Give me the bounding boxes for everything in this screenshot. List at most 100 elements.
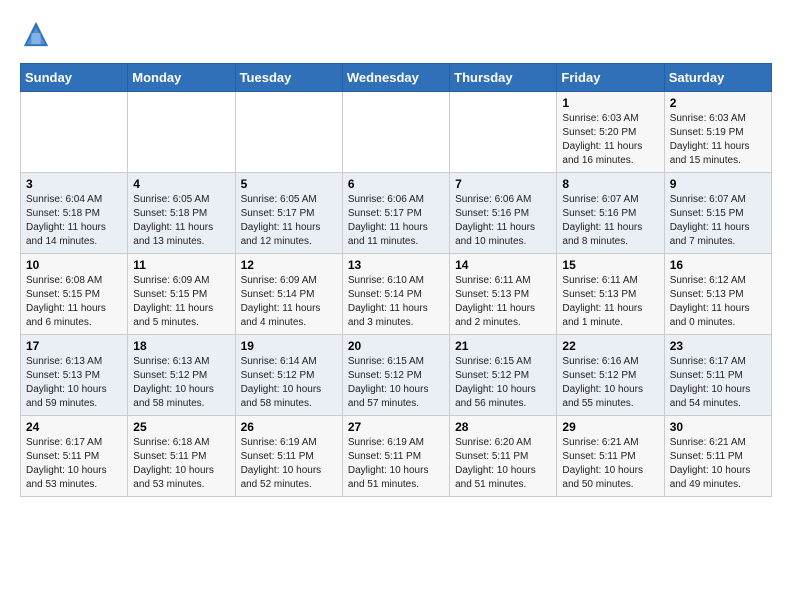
day-number: 10 (26, 258, 122, 272)
day-info: Sunrise: 6:17 AM Sunset: 5:11 PM Dayligh… (670, 355, 766, 411)
day-info: Sunrise: 6:15 AM Sunset: 5:12 PM Dayligh… (455, 355, 551, 411)
day-info: Sunrise: 6:18 AM Sunset: 5:11 PM Dayligh… (133, 436, 229, 492)
page-header (20, 20, 772, 53)
day-info: Sunrise: 6:19 AM Sunset: 5:11 PM Dayligh… (348, 436, 444, 492)
day-number: 13 (348, 258, 444, 272)
calendar-cell: 28 Sunrise: 6:20 AM Sunset: 5:11 PM Dayli… (450, 416, 557, 497)
col-header-saturday: Saturday (664, 64, 771, 92)
calendar-cell: 14Sunrise: 6:11 AM Sunset: 5:13 PM Dayli… (450, 254, 557, 335)
col-header-tuesday: Tuesday (235, 64, 342, 92)
day-info: Sunrise: 6:07 AM Sunset: 5:15 PM Dayligh… (670, 193, 766, 249)
day-number: 4 (133, 177, 229, 191)
day-number: 22 (562, 339, 658, 353)
day-number: 7 (455, 177, 551, 191)
day-info: Sunrise: 6:09 AM Sunset: 5:14 PM Dayligh… (241, 274, 337, 330)
calendar-cell: 11 Sunrise: 6:09 AM Sunset: 5:15 PM Dayli… (128, 254, 235, 335)
day-info: Sunrise: 6:08 AM Sunset: 5:15 PM Dayligh… (26, 274, 122, 330)
day-number: 26 (241, 420, 337, 434)
calendar-cell: 27 Sunrise: 6:19 AM Sunset: 5:11 PM Dayli… (342, 416, 449, 497)
day-info: Sunrise: 6:14 AM Sunset: 5:12 PM Dayligh… (241, 355, 337, 411)
calendar-cell: 4 Sunrise: 6:05 AM Sunset: 5:18 PM Daylig… (128, 173, 235, 254)
day-number: 11 (133, 258, 229, 272)
calendar-cell: 2 Sunrise: 6:03 AM Sunset: 5:19 PM Daylig… (664, 92, 771, 173)
calendar-cell: 29 Sunrise: 6:21 AM Sunset: 5:11 PM Dayli… (557, 416, 664, 497)
day-info: Sunrise: 6:15 AM Sunset: 5:12 PM Dayligh… (348, 355, 444, 411)
calendar-cell: 3 Sunrise: 6:04 AM Sunset: 5:18 PM Daylig… (21, 173, 128, 254)
calendar-cell (450, 92, 557, 173)
logo-icon (22, 20, 50, 48)
day-number: 18 (133, 339, 229, 353)
day-number: 19 (241, 339, 337, 353)
day-info: Sunrise: 6:09 AM Sunset: 5:15 PM Dayligh… (133, 274, 229, 330)
calendar-cell: 7Sunrise: 6:06 AM Sunset: 5:16 PM Daylig… (450, 173, 557, 254)
calendar-cell: 23 Sunrise: 6:17 AM Sunset: 5:11 PM Dayli… (664, 335, 771, 416)
calendar-cell: 8 Sunrise: 6:07 AM Sunset: 5:16 PM Daylig… (557, 173, 664, 254)
day-info: Sunrise: 6:05 AM Sunset: 5:17 PM Dayligh… (241, 193, 337, 249)
day-number: 8 (562, 177, 658, 191)
calendar-cell: 1Sunrise: 6:03 AM Sunset: 5:20 PM Daylig… (557, 92, 664, 173)
calendar-cell (21, 92, 128, 173)
calendar-cell: 26 Sunrise: 6:19 AM Sunset: 5:11 PM Dayli… (235, 416, 342, 497)
day-info: Sunrise: 6:21 AM Sunset: 5:11 PM Dayligh… (670, 436, 766, 492)
day-info: Sunrise: 6:17 AM Sunset: 5:11 PM Dayligh… (26, 436, 122, 492)
day-info: Sunrise: 6:21 AM Sunset: 5:11 PM Dayligh… (562, 436, 658, 492)
day-info: Sunrise: 6:13 AM Sunset: 5:12 PM Dayligh… (133, 355, 229, 411)
calendar-cell: 21 Sunrise: 6:15 AM Sunset: 5:12 PM Dayli… (450, 335, 557, 416)
day-number: 29 (562, 420, 658, 434)
day-number: 15 (562, 258, 658, 272)
day-number: 25 (133, 420, 229, 434)
day-number: 3 (26, 177, 122, 191)
day-info: Sunrise: 6:03 AM Sunset: 5:20 PM Dayligh… (562, 112, 658, 168)
calendar-cell: 5 Sunrise: 6:05 AM Sunset: 5:17 PM Daylig… (235, 173, 342, 254)
calendar-cell: 16Sunrise: 6:12 AM Sunset: 5:13 PM Dayli… (664, 254, 771, 335)
col-header-wednesday: Wednesday (342, 64, 449, 92)
day-info: Sunrise: 6:20 AM Sunset: 5:11 PM Dayligh… (455, 436, 551, 492)
day-number: 28 (455, 420, 551, 434)
day-number: 6 (348, 177, 444, 191)
day-number: 21 (455, 339, 551, 353)
calendar-cell: 12 Sunrise: 6:09 AM Sunset: 5:14 PM Dayli… (235, 254, 342, 335)
day-number: 20 (348, 339, 444, 353)
calendar-cell: 13 Sunrise: 6:10 AM Sunset: 5:14 PM Dayli… (342, 254, 449, 335)
day-number: 23 (670, 339, 766, 353)
day-number: 16 (670, 258, 766, 272)
calendar-cell: 25 Sunrise: 6:18 AM Sunset: 5:11 PM Dayli… (128, 416, 235, 497)
day-info: Sunrise: 6:10 AM Sunset: 5:14 PM Dayligh… (348, 274, 444, 330)
day-info: Sunrise: 6:04 AM Sunset: 5:18 PM Dayligh… (26, 193, 122, 249)
col-header-thursday: Thursday (450, 64, 557, 92)
calendar-cell: 30 Sunrise: 6:21 AM Sunset: 5:11 PM Dayli… (664, 416, 771, 497)
day-info: Sunrise: 6:13 AM Sunset: 5:13 PM Dayligh… (26, 355, 122, 411)
day-info: Sunrise: 6:16 AM Sunset: 5:12 PM Dayligh… (562, 355, 658, 411)
calendar-cell: 22 Sunrise: 6:16 AM Sunset: 5:12 PM Dayli… (557, 335, 664, 416)
day-info: Sunrise: 6:05 AM Sunset: 5:18 PM Dayligh… (133, 193, 229, 249)
day-number: 2 (670, 96, 766, 110)
calendar-cell: 18 Sunrise: 6:13 AM Sunset: 5:12 PM Dayli… (128, 335, 235, 416)
calendar-cell (235, 92, 342, 173)
calendar-cell: 6 Sunrise: 6:06 AM Sunset: 5:17 PM Daylig… (342, 173, 449, 254)
col-header-friday: Friday (557, 64, 664, 92)
calendar-table: SundayMondayTuesdayWednesdayThursdayFrid… (20, 63, 772, 497)
day-info: Sunrise: 6:03 AM Sunset: 5:19 PM Dayligh… (670, 112, 766, 168)
logo (20, 20, 54, 53)
calendar-cell (342, 92, 449, 173)
calendar-cell: 9 Sunrise: 6:07 AM Sunset: 5:15 PM Daylig… (664, 173, 771, 254)
day-number: 17 (26, 339, 122, 353)
day-number: 27 (348, 420, 444, 434)
calendar-cell: 10 Sunrise: 6:08 AM Sunset: 5:15 PM Dayli… (21, 254, 128, 335)
day-info: Sunrise: 6:07 AM Sunset: 5:16 PM Dayligh… (562, 193, 658, 249)
col-header-sunday: Sunday (21, 64, 128, 92)
calendar-cell: 20 Sunrise: 6:15 AM Sunset: 5:12 PM Dayli… (342, 335, 449, 416)
day-number: 9 (670, 177, 766, 191)
col-header-monday: Monday (128, 64, 235, 92)
day-number: 12 (241, 258, 337, 272)
calendar-cell: 19 Sunrise: 6:14 AM Sunset: 5:12 PM Dayli… (235, 335, 342, 416)
day-info: Sunrise: 6:11 AM Sunset: 5:13 PM Dayligh… (562, 274, 658, 330)
day-number: 14 (455, 258, 551, 272)
calendar-cell: 24 Sunrise: 6:17 AM Sunset: 5:11 PM Dayli… (21, 416, 128, 497)
day-info: Sunrise: 6:19 AM Sunset: 5:11 PM Dayligh… (241, 436, 337, 492)
calendar-cell: 15 Sunrise: 6:11 AM Sunset: 5:13 PM Dayli… (557, 254, 664, 335)
day-info: Sunrise: 6:06 AM Sunset: 5:17 PM Dayligh… (348, 193, 444, 249)
day-number: 30 (670, 420, 766, 434)
day-number: 5 (241, 177, 337, 191)
day-number: 24 (26, 420, 122, 434)
